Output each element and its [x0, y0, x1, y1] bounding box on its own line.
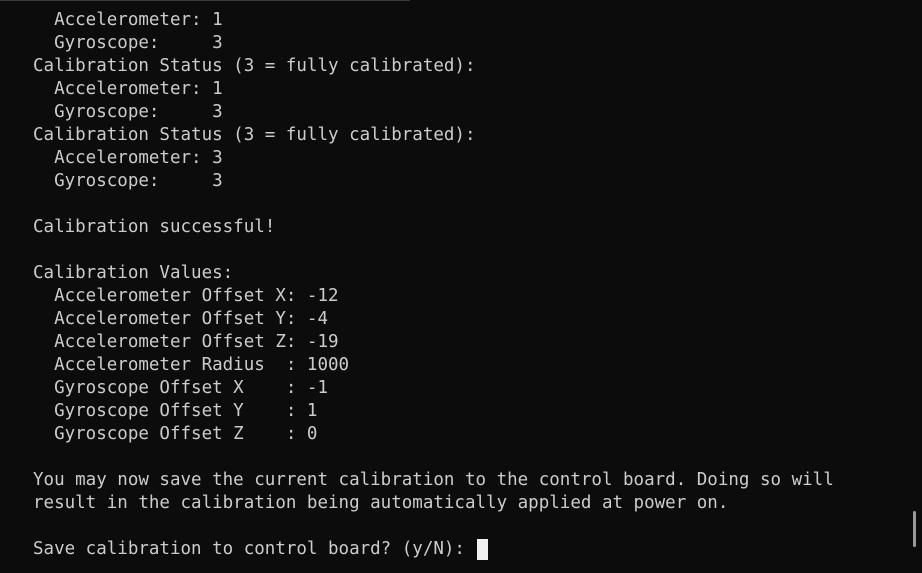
output-line-7: Accelerometer: 3 — [33, 148, 223, 168]
prompt-text: Save calibration to control board? (y/N)… — [33, 539, 476, 559]
output-line-19: Gyroscope Offset Z : 0 — [33, 424, 318, 444]
output-line-12: Calibration Values: — [33, 263, 234, 283]
output-line-4: Accelerometer: 1 — [33, 79, 223, 99]
output-line-5: Gyroscope: 3 — [33, 102, 223, 122]
output-line-9 — [33, 193, 922, 216]
output-line-1: Accelerometer: 1 — [33, 10, 223, 30]
output-line-8: Gyroscope: 3 — [33, 171, 223, 191]
output-line-10: Calibration successful! — [33, 217, 276, 237]
terminal-window[interactable]: Accelerometer: 1 Gyroscope: 3 Calibratio… — [0, 0, 922, 573]
output-line-2: Gyroscope: 3 — [33, 33, 223, 53]
output-line-18: Gyroscope Offset Y : 1 — [33, 401, 318, 421]
output-line-21: You may now save the current calibration… — [33, 470, 834, 490]
output-line-22: result in the calibration being automati… — [33, 493, 729, 513]
output-line-6: Calibration Status (3 = fully calibrated… — [33, 125, 476, 145]
output-line-13: Accelerometer Offset X: -12 — [33, 286, 339, 306]
output-line-16: Accelerometer Radius : 1000 — [33, 355, 350, 375]
scrollbar-thumb[interactable] — [913, 511, 916, 547]
output-line-23 — [33, 515, 922, 538]
window-top-border — [0, 0, 410, 1]
output-line-20 — [33, 446, 922, 469]
input-prompt-line[interactable]: Save calibration to control board? (y/N)… — [33, 538, 922, 561]
output-line-15: Accelerometer Offset Z: -19 — [33, 332, 339, 352]
output-line-14: Accelerometer Offset Y: -4 — [33, 309, 329, 329]
output-line-17: Gyroscope Offset X : -1 — [33, 378, 329, 398]
output-line-3: Calibration Status (3 = fully calibrated… — [33, 56, 476, 76]
output-line-11 — [33, 239, 922, 262]
text-cursor[interactable] — [476, 539, 488, 560]
